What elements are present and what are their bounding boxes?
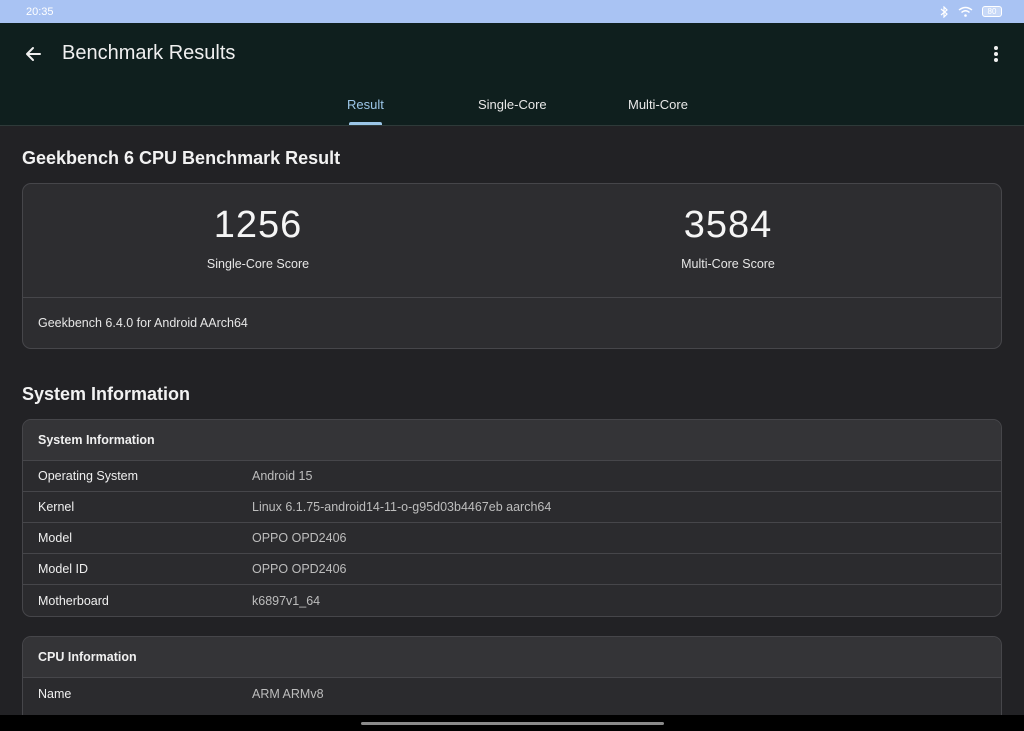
app-header: Benchmark Results Result Single-Core Mul… xyxy=(0,23,1024,126)
status-bar: 20:35 80 xyxy=(0,0,1024,23)
table-row: Motherboard k6897v1_64 xyxy=(23,585,1001,616)
row-key: Model xyxy=(38,531,73,545)
table-row: Model ID OPPO OPD2406 xyxy=(23,554,1001,585)
table-row: Model OPPO OPD2406 xyxy=(23,523,1001,554)
row-value: OPPO OPD2406 xyxy=(252,531,347,545)
divider xyxy=(23,297,1001,298)
tab-single-core[interactable]: Single-Core xyxy=(478,97,547,112)
back-button[interactable] xyxy=(18,39,48,69)
arrow-left-icon xyxy=(26,47,41,61)
status-time: 20:35 xyxy=(26,5,54,18)
system-info-card: System Information Operating System Andr… xyxy=(22,419,1002,617)
multi-core-score-block: 3584 Multi-Core Score xyxy=(493,204,963,271)
table-row: Operating System Android 15 xyxy=(23,461,1001,492)
more-vert-icon xyxy=(994,46,998,62)
result-section-title: Geekbench 6 CPU Benchmark Result xyxy=(22,148,341,168)
single-core-score-label: Single-Core Score xyxy=(206,257,310,271)
single-core-score-block: 1256 Single-Core Score xyxy=(23,204,493,271)
status-icons: 80 xyxy=(940,5,1002,18)
row-key: Motherboard xyxy=(38,593,109,608)
page-title: Benchmark Results xyxy=(62,42,236,64)
row-value: Linux 6.1.75-android14-11-o-g95d03b4467e… xyxy=(252,500,552,514)
cpu-info-card: CPU Information Name ARM ARMv8 xyxy=(22,636,1002,726)
table-row: Name ARM ARMv8 xyxy=(23,678,1001,709)
row-key: Model ID xyxy=(38,562,89,576)
system-section-title: System Information xyxy=(22,384,191,404)
row-key: Name xyxy=(38,686,72,701)
multi-core-score-label: Multi-Core Score xyxy=(681,257,775,271)
tab-indicator xyxy=(349,122,382,125)
wifi-icon xyxy=(958,6,973,17)
tab-result[interactable]: Result xyxy=(347,97,384,112)
overflow-menu-button[interactable] xyxy=(984,39,1008,69)
row-key: Operating System xyxy=(38,469,139,483)
row-key: Kernel xyxy=(38,500,75,514)
geekbench-version: Geekbench 6.4.0 for Android AArch64 xyxy=(38,316,248,330)
battery-level: 80 xyxy=(987,7,997,16)
row-value: OPPO OPD2406 xyxy=(252,562,347,576)
navigation-bar xyxy=(0,715,1024,731)
system-info-card-title: System Information xyxy=(23,420,1001,461)
cpu-info-card-title: CPU Information xyxy=(23,637,1001,678)
row-value: ARM ARMv8 xyxy=(252,686,324,701)
tab-multi-core[interactable]: Multi-Core xyxy=(628,97,688,112)
gesture-handle[interactable] xyxy=(361,722,664,725)
row-value: k6897v1_64 xyxy=(252,593,321,608)
row-value: Android 15 xyxy=(252,469,313,483)
tab-bar: Result Single-Core Multi-Core xyxy=(0,93,1024,126)
bluetooth-icon xyxy=(940,5,948,18)
multi-core-score: 3584 xyxy=(683,204,773,246)
score-card: 1256 Single-Core Score 3584 Multi-Core S… xyxy=(22,183,1002,349)
single-core-score: 1256 xyxy=(213,204,303,246)
battery-icon: 80 xyxy=(982,6,1002,17)
table-row: Kernel Linux 6.1.75-android14-11-o-g95d0… xyxy=(23,492,1001,523)
